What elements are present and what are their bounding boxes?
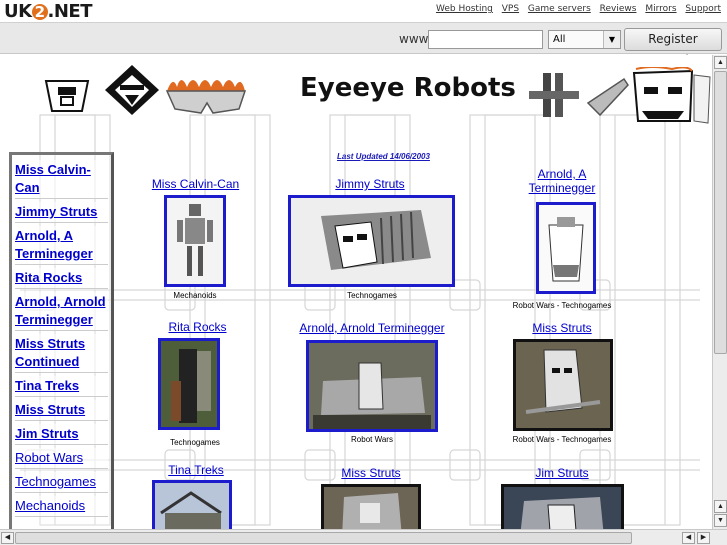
robot-photo [324,487,418,529]
gallery-subtitle-jimmy-struts: Technogames [347,291,397,300]
gallery-title-rita-rocks[interactable]: Rita Rocks [150,320,245,334]
robot-mask-icon [44,80,90,112]
sidebar-item-miss-calvin-can[interactable]: Miss Calvin-Can [15,160,108,199]
link-web-hosting[interactable]: Web Hosting [436,4,493,14]
logo-prefix: UK [4,1,32,22]
horizontal-scroll-thumb[interactable] [15,532,632,544]
page-title: Eyeeye Robots [300,73,516,103]
robot-photo [291,198,452,284]
robot-wedge-icon [586,77,629,117]
gallery-subtitle-miss-calvin-can: Mechanoids [173,291,217,300]
gallery-image-miss-struts-2[interactable] [321,484,421,529]
sidebar-item-jim-struts[interactable]: Jim Struts [15,424,108,445]
www-label: www. [399,32,432,46]
gallery-image-arnold-arnold-terminegger[interactable] [306,340,438,432]
vertical-scrollbar[interactable]: ▲ ▲ ▼ [712,55,727,529]
scroll-down-icon-2[interactable]: ▼ [714,514,727,527]
gallery-title-jim-struts[interactable]: Jim Struts [518,466,606,480]
domain-search-bar: www. All ▼ Register Domain [0,22,727,67]
robot-face-icon [632,67,711,124]
scroll-left-icon[interactable]: ◀ [1,532,14,544]
site-logo[interactable]: UK 2 .NET [4,1,93,22]
robot-flame-icon [165,80,247,114]
sidebar-item-tina-treks[interactable]: Tina Treks [15,376,108,397]
logo-circle: 2 [31,4,48,20]
gallery-title-arnold-arnold-terminegger[interactable]: Arnold, Arnold Terminegger [286,321,458,335]
scroll-right-icon[interactable]: ▶ [697,532,710,544]
sidebar-item-rita-rocks[interactable]: Rita Rocks [15,268,108,289]
gallery-title-miss-struts[interactable]: Miss Struts [516,321,608,335]
gallery-image-jim-struts[interactable] [501,484,624,529]
gallery-image-miss-struts[interactable] [513,339,613,431]
robot-photo [155,483,229,529]
link-mirrors[interactable]: Mirrors [645,4,676,14]
domain-input[interactable] [428,30,543,49]
scroll-left-icon-2[interactable]: ◀ [682,532,695,544]
gallery-image-miss-calvin-can[interactable] [164,195,226,287]
sidebar-item-mechanoids[interactable]: Mechanoids [15,496,108,517]
gallery-title-arnold-a-terminegger[interactable]: Arnold, A Terminegger [518,167,606,195]
register-domain-button[interactable]: Register Domain [624,28,722,67]
gallery-title-jimmy-struts[interactable]: Jimmy Struts [290,177,450,191]
robot-metal-block-icon [529,73,579,117]
gallery-subtitle-arnold-arnold-terminegger: Robot Wars [351,435,393,444]
dropdown-arrow-icon: ▼ [603,31,620,48]
scroll-down-icon[interactable]: ▲ [714,500,727,513]
robot-diamond-face-icon [105,65,159,115]
sidebar-item-jimmy-struts[interactable]: Jimmy Struts [15,202,108,223]
gallery-subtitle-miss-struts: Robot Wars - Technogames [512,435,612,444]
link-reviews[interactable]: Reviews [600,4,637,14]
sidebar-item-miss-struts[interactable]: Miss Struts [15,400,108,421]
gallery-subtitle-arnold-a-terminegger: Robot Wars - Technogames [512,301,612,310]
last-updated-link[interactable]: Last Updated 14/06/2003 [337,152,430,161]
sidebar-item-miss-struts-continued[interactable]: Miss Struts Continued [15,334,108,373]
gallery-image-tina-treks[interactable] [152,480,232,529]
robot-photo [516,342,610,428]
sidebar-nav: Miss Calvin-Can Jimmy Struts Arnold, A T… [9,152,114,529]
header-links: Web Hosting VPS Game servers Reviews Mir… [430,4,721,14]
robot-photo [309,343,435,429]
robot-photo [161,341,217,427]
gallery-image-jimmy-struts[interactable] [288,195,455,287]
gallery-image-rita-rocks[interactable] [158,338,220,430]
robot-photo [539,205,593,291]
gallery-title-tina-treks[interactable]: Tina Treks [152,463,240,477]
sidebar-item-arnold-a-terminegger[interactable]: Arnold, A Terminegger [15,226,108,265]
robot-photo [504,487,621,529]
vertical-scroll-thumb[interactable] [714,71,727,354]
gallery-subtitle-rita-rocks: Technogames [170,438,220,447]
link-support[interactable]: Support [685,4,721,14]
gallery-title-miss-struts-2[interactable]: Miss Struts [330,466,412,480]
sidebar-item-technogames[interactable]: Technogames [15,472,108,493]
browser-viewport: UK 2 .NET Web Hosting VPS Game servers Rev… [0,0,727,545]
link-vps[interactable]: VPS [502,4,519,14]
page-content: Eyeeye Robots Last Updated 14/06/2003 Mi… [0,55,712,529]
tld-select-value: All [553,34,566,45]
site-header: UK 2 .NET Web Hosting VPS Game servers Rev… [0,0,727,22]
robot-photo [167,198,223,284]
sidebar-item-robot-wars[interactable]: Robot Wars [15,448,108,469]
sidebar-item-arnold-arnold-terminegger[interactable]: Arnold, Arnold Terminegger [15,292,108,331]
horizontal-scrollbar[interactable]: ◀ ◀ ▶ [0,529,727,545]
logo-suffix: .NET [47,1,93,22]
gallery-image-arnold-a-terminegger[interactable] [536,202,596,294]
link-game-servers[interactable]: Game servers [528,4,591,14]
gallery-title-miss-calvin-can[interactable]: Miss Calvin-Can [138,177,253,191]
tld-select[interactable]: All ▼ [548,30,621,49]
scroll-up-icon[interactable]: ▲ [714,56,727,69]
